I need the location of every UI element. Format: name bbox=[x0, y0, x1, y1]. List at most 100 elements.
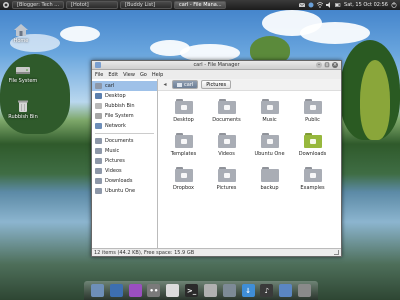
file-label: Music bbox=[262, 117, 277, 123]
file-view[interactable]: ◂ carl Pictures Desktop Documents Music Pub… bbox=[158, 79, 341, 248]
sidebar-item-downloads[interactable]: Downloads bbox=[92, 176, 157, 186]
menu-go[interactable]: Go bbox=[140, 72, 147, 78]
window-titlebar[interactable]: carl - File Manager – □ × bbox=[92, 61, 341, 70]
folder-icon bbox=[217, 133, 236, 148]
sidebar-item-label: Videos bbox=[105, 168, 122, 174]
folder-icon bbox=[174, 99, 193, 114]
terminal-icon[interactable]: >_ bbox=[185, 284, 199, 297]
sidebar-item-music[interactable]: Music bbox=[92, 146, 157, 156]
file-label: Documents bbox=[212, 117, 241, 123]
sidebar-item-rubbish-bin[interactable]: Rubbish Bin bbox=[92, 101, 157, 111]
sidebar-item-documents[interactable]: Documents bbox=[92, 136, 157, 146]
file-item[interactable]: Templates bbox=[162, 133, 205, 161]
search-icon[interactable] bbox=[222, 284, 236, 297]
tools-icon[interactable] bbox=[203, 284, 217, 297]
trash-icon bbox=[95, 103, 102, 109]
file-label: Templates bbox=[170, 151, 197, 157]
sidebar-item-file-system[interactable]: File System bbox=[92, 111, 157, 121]
home-icon bbox=[14, 24, 28, 36]
file-item[interactable]: Downloads bbox=[291, 133, 334, 161]
desktop-icon-label: File System bbox=[8, 78, 38, 84]
pidgin-icon[interactable] bbox=[128, 284, 142, 297]
task-label: [Hotot] bbox=[71, 2, 89, 8]
close-button[interactable]: × bbox=[332, 62, 338, 68]
folder-icon bbox=[95, 168, 102, 174]
dock: •• >_ ↓ ♪ bbox=[84, 281, 318, 300]
volume-icon[interactable] bbox=[326, 2, 332, 8]
file-grid: Desktop Documents Music Public Templates Vide… bbox=[162, 99, 337, 195]
desktop-icon-label: Home bbox=[13, 38, 29, 44]
sidebar-item-label: Music bbox=[105, 148, 120, 154]
resize-grip[interactable] bbox=[334, 250, 339, 255]
file-label: Pictures bbox=[216, 185, 237, 191]
network-icon[interactable] bbox=[316, 2, 324, 8]
download-icon[interactable]: ↓ bbox=[241, 284, 255, 297]
desktop-icon-file-system[interactable]: File System bbox=[6, 64, 40, 84]
menu-view[interactable]: View bbox=[123, 72, 135, 78]
sidebar: carl Desktop Rubbish Bin File System Net… bbox=[92, 79, 158, 248]
chat-icon[interactable] bbox=[308, 2, 314, 8]
back-arrow-icon[interactable]: ◂ bbox=[161, 81, 169, 89]
minimize-button[interactable]: – bbox=[316, 62, 322, 68]
path-button-current[interactable]: carl bbox=[172, 80, 199, 89]
file-item[interactable]: Music bbox=[248, 99, 291, 127]
folder-icon bbox=[303, 133, 322, 148]
file-manager-icon[interactable] bbox=[90, 284, 104, 297]
path-label: carl bbox=[184, 81, 194, 88]
file-item[interactable]: backup bbox=[248, 167, 291, 195]
drive-icon bbox=[95, 113, 102, 119]
menu-help[interactable]: Help bbox=[152, 72, 163, 78]
file-item[interactable]: Examples bbox=[291, 167, 334, 195]
file-item[interactable]: Pictures bbox=[205, 167, 248, 195]
system-tray: Sat, 15 Oct 02:56 bbox=[298, 2, 400, 8]
sidebar-item-pictures[interactable]: Pictures bbox=[92, 156, 157, 166]
sidebar-item-videos[interactable]: Videos bbox=[92, 166, 157, 176]
path-bar: ◂ carl Pictures bbox=[158, 79, 341, 91]
folder-icon[interactable] bbox=[279, 284, 293, 297]
sidebar-item-label: Desktop bbox=[105, 93, 126, 99]
file-item[interactable]: Public bbox=[291, 99, 334, 127]
task-label: carl - File Mana... bbox=[179, 2, 222, 8]
desktop-icon-home[interactable]: Home bbox=[4, 24, 38, 44]
sidebar-item-ubuntu-one[interactable]: Ubuntu One bbox=[92, 186, 157, 196]
window-title: carl - File Manager bbox=[193, 62, 240, 68]
path-button-pictures[interactable]: Pictures bbox=[201, 80, 232, 89]
trash-icon[interactable] bbox=[298, 284, 312, 297]
power-icon[interactable] bbox=[391, 2, 397, 8]
task-file-manager[interactable]: carl - File Mana... bbox=[174, 1, 226, 9]
mail-icon[interactable] bbox=[298, 2, 306, 8]
task-buddy-list[interactable]: [Buddy List] bbox=[120, 1, 172, 9]
menu-file[interactable]: File bbox=[95, 72, 103, 78]
file-item[interactable]: Dropbox bbox=[162, 167, 205, 195]
file-item[interactable]: Videos bbox=[205, 133, 248, 161]
file-item[interactable]: Desktop bbox=[162, 99, 205, 127]
maximize-button[interactable]: □ bbox=[324, 62, 330, 68]
desktop-icon-rubbish-bin[interactable]: Rubbish Bin bbox=[6, 100, 40, 120]
mail-icon[interactable] bbox=[166, 284, 180, 297]
sidebar-separator bbox=[95, 133, 154, 134]
menu-edit[interactable]: Edit bbox=[108, 72, 118, 78]
file-item[interactable]: Documents bbox=[205, 99, 248, 127]
hotot-icon[interactable]: •• bbox=[147, 284, 161, 297]
sidebar-item-label: Rubbish Bin bbox=[105, 103, 135, 109]
battery-icon[interactable] bbox=[334, 2, 341, 8]
folder-icon bbox=[95, 188, 102, 194]
cloud bbox=[300, 22, 370, 44]
sidebar-item-desktop[interactable]: Desktop bbox=[92, 91, 157, 101]
sidebar-item-network[interactable]: Network bbox=[92, 121, 157, 131]
task-blogger[interactable]: [Blogger: Tech ... bbox=[12, 1, 64, 9]
music-icon[interactable]: ♪ bbox=[260, 284, 274, 297]
folder-icon bbox=[95, 158, 102, 164]
sidebar-item-carl[interactable]: carl bbox=[92, 81, 157, 91]
task-hotot[interactable]: [Hotot] bbox=[66, 1, 118, 9]
clock[interactable]: Sat, 15 Oct 02:56 bbox=[344, 2, 388, 8]
menu-icon[interactable] bbox=[2, 1, 10, 9]
file-label: backup bbox=[260, 185, 279, 191]
file-label: Downloads bbox=[298, 151, 327, 157]
home-icon bbox=[177, 82, 182, 87]
browser-icon[interactable] bbox=[109, 284, 123, 297]
sidebar-item-label: carl bbox=[105, 83, 115, 89]
folder-icon bbox=[95, 138, 102, 144]
sidebar-item-label: Network bbox=[105, 123, 126, 129]
file-item[interactable]: Ubuntu One bbox=[248, 133, 291, 161]
